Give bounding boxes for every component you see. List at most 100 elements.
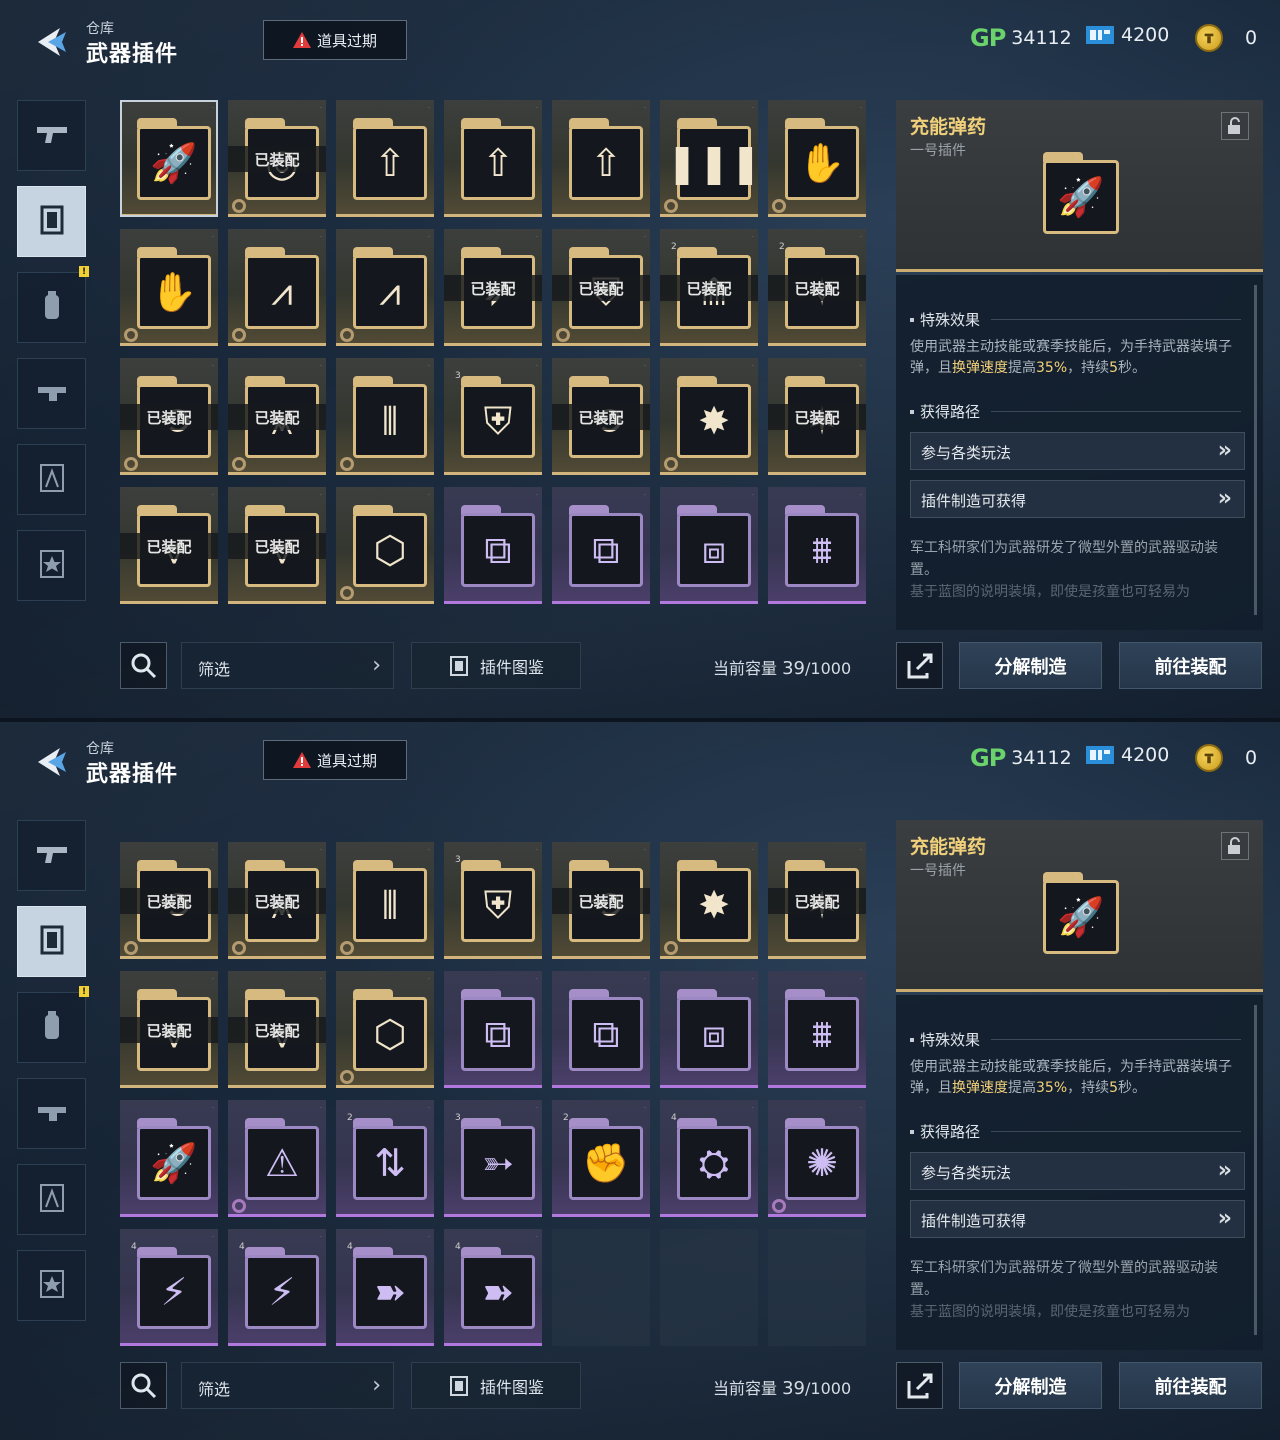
expired-items-button[interactable]: 道具过期 xyxy=(263,740,407,780)
filter-dropdown[interactable]: 筛选 › xyxy=(181,642,394,689)
plugin-card[interactable]: · ✋ xyxy=(120,229,218,346)
plugin-card[interactable]: · ⚠ xyxy=(228,1100,326,1217)
go-equip-button[interactable]: 前往装配 xyxy=(1119,1362,1262,1409)
sidebar-tab-blueprint[interactable] xyxy=(17,1164,86,1235)
sidebar-tab-star[interactable] xyxy=(17,530,86,601)
equipped-tag: 已装配 xyxy=(444,275,542,301)
plugin-card[interactable]: · ⧉ xyxy=(444,487,542,604)
plugin-card[interactable]: · ✺ xyxy=(768,1100,866,1217)
plugin-card[interactable]: ·⩙已装配 xyxy=(228,358,326,475)
plugin-card[interactable]: ·◎已装配 xyxy=(228,100,326,217)
detail-scrollbar[interactable] xyxy=(1254,285,1257,615)
back-button[interactable] xyxy=(32,742,72,782)
plugin-card[interactable]: · ➽ 4 xyxy=(444,1229,542,1346)
plugin-card[interactable]: ·⟲已装配 xyxy=(552,358,650,475)
plugin-card[interactable]: ·⛨已装配 xyxy=(552,229,650,346)
rocket-icon: 🚀 xyxy=(1043,880,1119,954)
sidebar-tab-grenade[interactable] xyxy=(17,272,86,343)
plugin-card[interactable]: ·⩔已装配 xyxy=(120,487,218,604)
plugin-card[interactable]: · ⬡ xyxy=(336,971,434,1088)
plugin-card[interactable]: · ⦀ xyxy=(336,358,434,475)
search-button[interactable] xyxy=(120,642,167,689)
plugin-card[interactable]: ·⩙已装配 xyxy=(228,842,326,959)
plugin-card[interactable]: · ⛭ 4 xyxy=(660,1100,758,1217)
plugin-card[interactable]: · ⩩ xyxy=(768,487,866,604)
sidebar-tab-plugin[interactable] xyxy=(17,906,86,977)
share-button[interactable] xyxy=(896,1362,943,1409)
route-crafting-button[interactable]: 插件制造可获得 » xyxy=(910,1200,1245,1238)
plugin-codex-button[interactable]: 插件图鉴 xyxy=(411,1362,581,1409)
search-button[interactable] xyxy=(120,1362,167,1409)
sidebar-tab-attachment[interactable] xyxy=(17,1078,86,1149)
route-crafting-button[interactable]: 插件制造可获得 » xyxy=(910,480,1245,518)
plugin-card[interactable]: · 🚀 xyxy=(120,1100,218,1217)
go-equip-button[interactable]: 前往装配 xyxy=(1119,642,1262,689)
route-gameplay-button[interactable]: 参与各类玩法 » xyxy=(910,1152,1245,1190)
share-button[interactable] xyxy=(896,642,943,689)
filter-dropdown[interactable]: 筛选 › xyxy=(181,1362,394,1409)
plugin-card[interactable]: · ⧉ xyxy=(444,971,542,1088)
plugin-card[interactable]: ·⟲已装配 xyxy=(120,358,218,475)
plugin-card[interactable]: ·⟲已装配 xyxy=(120,842,218,959)
sidebar-tab-grenade[interactable] xyxy=(17,992,86,1063)
plugin-glyph-icon: ⚠ xyxy=(264,1141,300,1185)
plugin-slot: 一号插件 xyxy=(910,863,966,879)
plugin-card[interactable]: · ✸ xyxy=(660,358,758,475)
back-button[interactable] xyxy=(32,22,72,62)
plugin-card[interactable]: · ⇅ 2 xyxy=(336,1100,434,1217)
plugin-card[interactable]: · ✸ xyxy=(660,842,758,959)
plugin-card[interactable]: ·⟰2已装配 xyxy=(660,229,758,346)
plugin-card[interactable]: · ⩩ xyxy=(768,971,866,1088)
plugin-card[interactable]: ·⩔已装配 xyxy=(228,487,326,604)
decompose-button[interactable]: 分解制造 xyxy=(959,642,1102,689)
plugin-card[interactable]: · ❚❚❚ xyxy=(660,100,762,217)
sidebar-tab-blueprint[interactable] xyxy=(17,444,86,515)
plugin-card[interactable]: · ⚡ 4 xyxy=(228,1229,326,1346)
plugin-glyph-icon: ⧉ xyxy=(484,528,512,572)
sidebar-tab-pistol[interactable] xyxy=(17,100,86,171)
plugin-card[interactable]: · ⛨ 3 xyxy=(444,358,542,475)
plugin-card[interactable]: ·✶已装配 xyxy=(768,842,866,959)
plugin-card[interactable]: · ⩘ xyxy=(336,229,434,346)
plugin-card[interactable]: · ⧈ xyxy=(660,971,758,1088)
route-gameplay-button[interactable]: 参与各类玩法 » xyxy=(910,432,1245,470)
plugin-card[interactable]: · ➳ 3 xyxy=(444,1100,542,1217)
plugin-card[interactable]: · ⚡ 4 xyxy=(120,1229,218,1346)
plugin-level: 4 xyxy=(347,1242,353,1252)
plugin-card[interactable]: · ⩘ xyxy=(228,229,326,346)
plugin-card[interactable]: · ⧈ xyxy=(660,487,758,604)
plugin-card[interactable]: · 🚀 xyxy=(120,100,218,217)
plugin-card[interactable]: · ⬡ xyxy=(336,487,434,604)
plugin-card[interactable]: ·✧2已装配 xyxy=(768,229,866,346)
detail-scrollbar[interactable] xyxy=(1254,1005,1257,1335)
plugin-card[interactable]: · ⦀ xyxy=(336,842,434,959)
plugin-card[interactable]: · ✋ xyxy=(768,100,866,217)
plugin-card[interactable]: ·➶已装配 xyxy=(444,229,542,346)
plugin-card[interactable]: ·✶已装配 xyxy=(768,358,866,475)
sidebar-tab-attachment[interactable] xyxy=(17,358,86,429)
plugin-level: 2 xyxy=(779,242,785,252)
plugin-codex-button[interactable]: 插件图鉴 xyxy=(411,642,581,689)
lock-button[interactable] xyxy=(1221,112,1249,140)
plugin-card[interactable]: · ⧉ xyxy=(552,971,650,1088)
sidebar-tab-pistol[interactable] xyxy=(17,820,86,891)
expired-items-button[interactable]: 道具过期 xyxy=(263,20,407,60)
plugin-card[interactable]: · ✊ 2 xyxy=(552,1100,650,1217)
plugin-card[interactable]: · ⧉ xyxy=(552,487,650,604)
plugin-card[interactable]: ·⩔已装配 xyxy=(120,971,218,1088)
lock-button[interactable] xyxy=(1221,832,1249,860)
plugin-icon: ⩘ xyxy=(245,247,319,329)
plugin-card[interactable]: ·⟲已装配 xyxy=(552,842,650,959)
plugin-card[interactable]: · ⇧ xyxy=(552,100,650,217)
decompose-button[interactable]: 分解制造 xyxy=(959,1362,1102,1409)
plugin-card[interactable]: · ⇧ xyxy=(336,100,434,217)
plugin-card[interactable]: · ⛨ 3 xyxy=(444,842,542,959)
plugin-card[interactable]: · ⇧ xyxy=(444,100,542,217)
plugin-icon: ⧈ xyxy=(677,505,751,587)
empty-slot xyxy=(660,1229,758,1346)
plugin-card[interactable]: ·⩔已装配 xyxy=(228,971,326,1088)
sidebar-tab-plugin[interactable] xyxy=(17,186,86,257)
sidebar-tab-star[interactable] xyxy=(17,1250,86,1321)
plugin-icon: ➽ xyxy=(353,1247,427,1329)
plugin-card[interactable]: · ➽ 4 xyxy=(336,1229,434,1346)
